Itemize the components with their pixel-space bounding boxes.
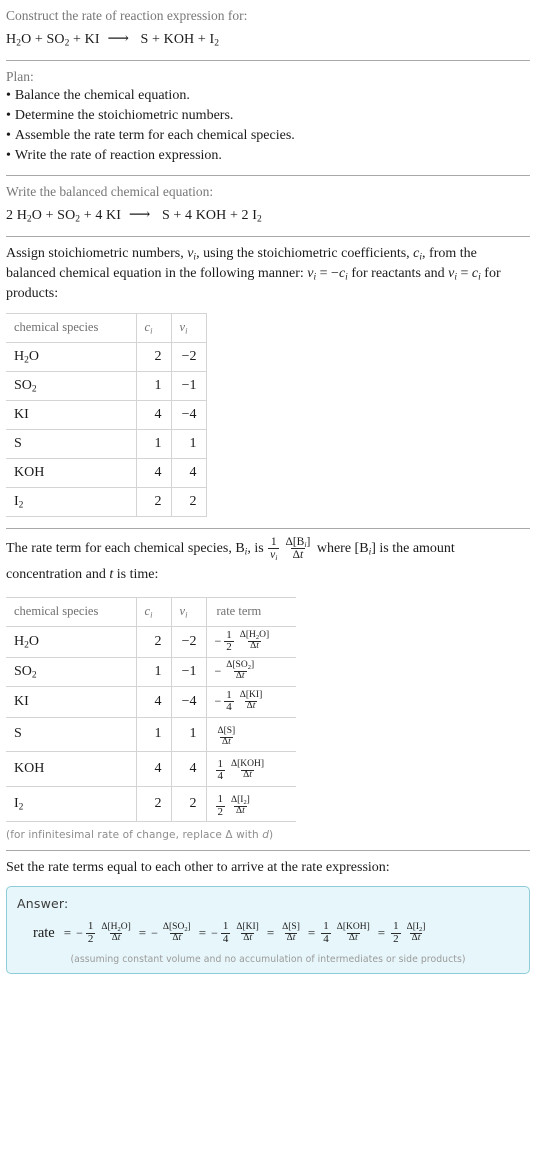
nui-cell: 4 [171,458,207,488]
rate-term-cell: Δ[S] Δt [206,717,296,752]
question-prompt: Construct the rate of reaction expressio… [6,8,248,23]
assign-section: Assign stoichiometric numbers, νi, using… [6,237,530,528]
nui-cell: 2 [171,487,207,517]
nui-cell: −1 [171,657,207,687]
rate-expression: rate = −1 2 Δ[H2O] Δt = − Δ[SO2] Δt = −1 4 Δ[KI] Δt = Δ[… [33,920,426,945]
table-row: S11 [6,429,207,459]
plan-step: Balance the chemical equation. [6,86,530,106]
species-cell: KOH [6,458,137,488]
rateterm-section: The rate term for each chemical species,… [6,529,530,851]
species-cell: KI [6,400,137,430]
solution-page: Construct the rate of reaction expressio… [0,0,536,983]
table-row: KI 4 −4−1 4 Δ[KI] Δt [6,686,296,718]
equals-sign: = [138,925,147,941]
stoichiometry-table: chemical species ci νi H2O 2 −2 SO2 1 −1 KI 4 −4… [6,312,207,517]
balanced-section: Write the balanced chemical equation: 2 … [6,176,530,236]
col-ci: ci [136,313,172,343]
question-section: Construct the rate of reaction expressio… [6,0,530,60]
plan-list: Balance the chemical equation.Determine … [6,86,530,166]
table-row: I2 2 2 1 2 Δ[I2] Δt [6,786,296,822]
equals-sign: = [377,925,386,941]
equals-sign: = [198,925,207,941]
plan-section: Plan: Balance the chemical equation.Dete… [6,61,530,175]
nui-cell: 1 [171,429,207,459]
species-cell: S [6,717,137,752]
table-row: KOH 4 4 [6,458,207,488]
assign-text: Assign stoichiometric numbers, νi, using… [6,245,501,302]
equals-sign: = [266,925,275,941]
ci-cell: 2 [136,786,172,822]
answer-label: Answer: [17,896,69,912]
nui-cell: −2 [171,626,207,658]
plan-step: Write the rate of reaction expression. [6,146,530,166]
table-row: H2O 2 −2−1 2 Δ[H2O] Δt [6,626,296,658]
ci-cell: 2 [136,487,172,517]
question-equation: H2O + SO2 + KI ⟶ S + KOH + I2 [6,31,220,49]
table-row: KOH 4 4 1 4 Δ[KOH] Δt [6,751,296,787]
balanced-prompt: Write the balanced chemical equation: [6,183,214,199]
species-cell: S [6,429,137,459]
ci-cell: 2 [136,342,172,372]
nui-cell: 4 [171,751,207,787]
species-cell: KOH [6,751,137,787]
col-nui: νi [171,313,207,343]
rate-term-cell: 1 4 Δ[KOH] Δt [206,751,296,787]
species-cell: H2O [6,342,137,372]
ci-cell: 4 [136,400,172,430]
rate-term-cell: 1 2 Δ[I2] Δt [215,792,250,818]
rate-term-cell: − Δ[SO2] Δt [206,657,296,687]
nui-cell: −4 [171,686,207,718]
ci-cell: 2 [136,626,172,658]
rate-term-footnote: (for infinitesimal rate of change, repla… [6,829,274,842]
col-ci: ci [136,597,172,627]
final-prompt: Set the rate terms equal to each other t… [6,860,390,876]
col-nui: νi [171,597,207,627]
rate-term-cell: −1 4 Δ[KI] Δt [206,686,296,718]
ci-cell: 1 [136,429,172,459]
plan-title: Plan: [6,68,34,84]
nui-cell: −1 [171,371,207,401]
table-row: I2 2 2 [6,487,207,517]
table-row: SO2 1 −1 [6,371,207,401]
species-cell: SO2 [6,371,137,401]
rate-term-table: chemical species ci νi rate term H2O 2 −2−… [6,596,296,823]
balanced-equation: 2 H2O + SO2 + 4 KI ⟶ S + 4 KOH + 2 I2 [6,206,262,225]
col-chemical-species: chemical species [6,597,137,627]
ci-cell: 4 [136,458,172,488]
species-cell: H2O [6,626,137,658]
species-cell: SO2 [6,657,137,687]
nui-cell: 1 [171,717,207,752]
rateterm-intro: The rate term for each chemical species,… [6,535,455,583]
ci-cell: 1 [136,657,172,687]
ci-cell: 1 [136,371,172,401]
answer-note: (assuming constant volume and no accumul… [70,954,466,966]
col-rate-term: rate term [206,597,296,627]
rate-term-cell: −1 2 Δ[H2O] Δt [206,626,296,658]
ci-cell: 4 [136,751,172,787]
plan-step: Assemble the rate term for each chemical… [6,126,530,146]
table-header-row: chemical species ci νi rate term [6,597,296,627]
plan-step: Determine the stoichiometric numbers. [6,106,530,126]
answer-box: Answer: rate = −1 2 Δ[H2O] Δt = − Δ[SO2] Δt = −1 4 Δ[… [6,886,530,975]
species-cell: KI [6,686,137,718]
species-cell: I2 [6,786,137,822]
ci-cell: 1 [136,717,172,752]
nui-cell: −4 [171,400,207,430]
nui-cell: 2 [171,786,207,822]
equals-sign: = [307,925,316,941]
species-cell: I2 [6,487,137,517]
ci-cell: 4 [136,686,172,718]
table-row: S 1 1 Δ[S] Δt [6,717,296,752]
table-row: SO2 1 −1− Δ[SO2] Δt [6,657,296,687]
rate-label: rate [33,924,55,941]
nui-cell: −2 [171,342,207,372]
answer-section: Set the rate terms equal to each other t… [6,851,530,983]
table-row: KI 4 −4 [6,400,207,430]
table-row: H2O 2 −2 [6,342,207,372]
equals-sign: = [63,925,72,941]
table-header-row: chemical species ci νi [6,313,207,343]
col-chemical-species: chemical species [6,313,137,343]
